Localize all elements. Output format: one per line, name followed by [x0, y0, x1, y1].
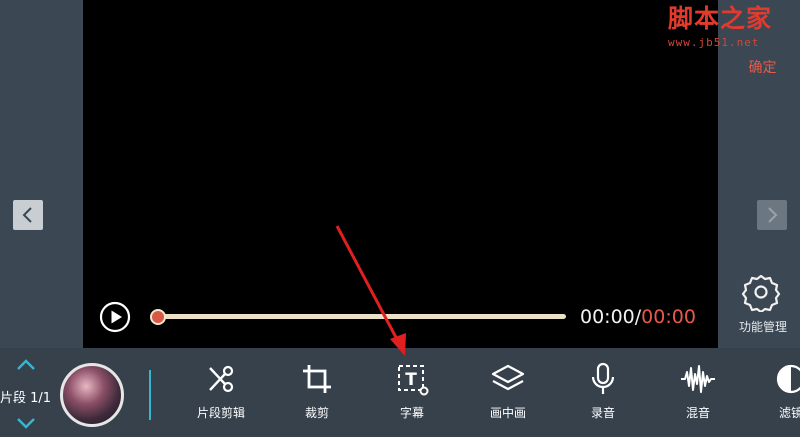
- play-icon[interactable]: [99, 301, 131, 333]
- tool-picture-in-picture[interactable]: 画中画: [468, 362, 548, 432]
- progress-track[interactable]: [158, 314, 566, 319]
- scissors-icon: [209, 365, 234, 393]
- watermark-title: 脚本之家: [668, 4, 773, 33]
- progress-knob[interactable]: [150, 309, 166, 325]
- confirm-button[interactable]: 确定: [735, 57, 790, 77]
- tool-clip-edit[interactable]: 片段剪辑: [181, 362, 261, 432]
- next-button[interactable]: [757, 200, 787, 230]
- gear-icon[interactable]: [741, 272, 781, 312]
- chevron-down-icon[interactable]: [15, 416, 37, 430]
- total-time: 00:00: [641, 306, 696, 328]
- tool-label: 片段剪辑: [196, 406, 245, 420]
- tool-filter[interactable]: 滤镜: [751, 362, 800, 432]
- waveform-icon: [681, 365, 715, 393]
- segment-counter: 片段 1/1: [0, 391, 52, 406]
- filter-icon: [776, 364, 800, 394]
- toolbar-divider: [149, 370, 151, 420]
- current-time: 00:00: [580, 306, 635, 328]
- microphone-icon: [591, 362, 615, 394]
- tool-crop[interactable]: 裁剪: [277, 362, 357, 432]
- previous-button[interactable]: [13, 200, 43, 230]
- tool-mix[interactable]: 混音: [658, 362, 738, 432]
- chevron-left-icon: [22, 207, 32, 223]
- time-display: 00:00/00:00: [580, 306, 696, 328]
- segment-thumbnail[interactable]: [60, 363, 124, 427]
- svg-text:T: T: [405, 370, 417, 390]
- video-preview[interactable]: [83, 0, 718, 348]
- watermark-url: www.jb51.net: [668, 36, 760, 49]
- tool-label: 混音: [685, 406, 710, 420]
- crop-icon: [303, 365, 331, 393]
- tool-label: 滤镜: [778, 406, 800, 420]
- function-manage-label[interactable]: 功能管理: [730, 318, 796, 335]
- tool-label: 录音: [590, 406, 615, 420]
- tool-record[interactable]: 录音: [563, 362, 643, 432]
- left-panel: [0, 0, 83, 348]
- tool-subtitle[interactable]: T 字幕: [372, 362, 452, 432]
- tool-label: 画中画: [489, 406, 526, 420]
- chevron-up-icon[interactable]: [15, 358, 37, 372]
- tool-label: 字幕: [399, 406, 424, 420]
- subtitle-icon: T: [398, 365, 429, 396]
- tool-label: 裁剪: [304, 406, 329, 420]
- chevron-right-icon: [768, 207, 778, 223]
- layers-icon: [491, 364, 525, 391]
- watermark-logo: 脚本之家 www.jb51.net: [668, 4, 788, 56]
